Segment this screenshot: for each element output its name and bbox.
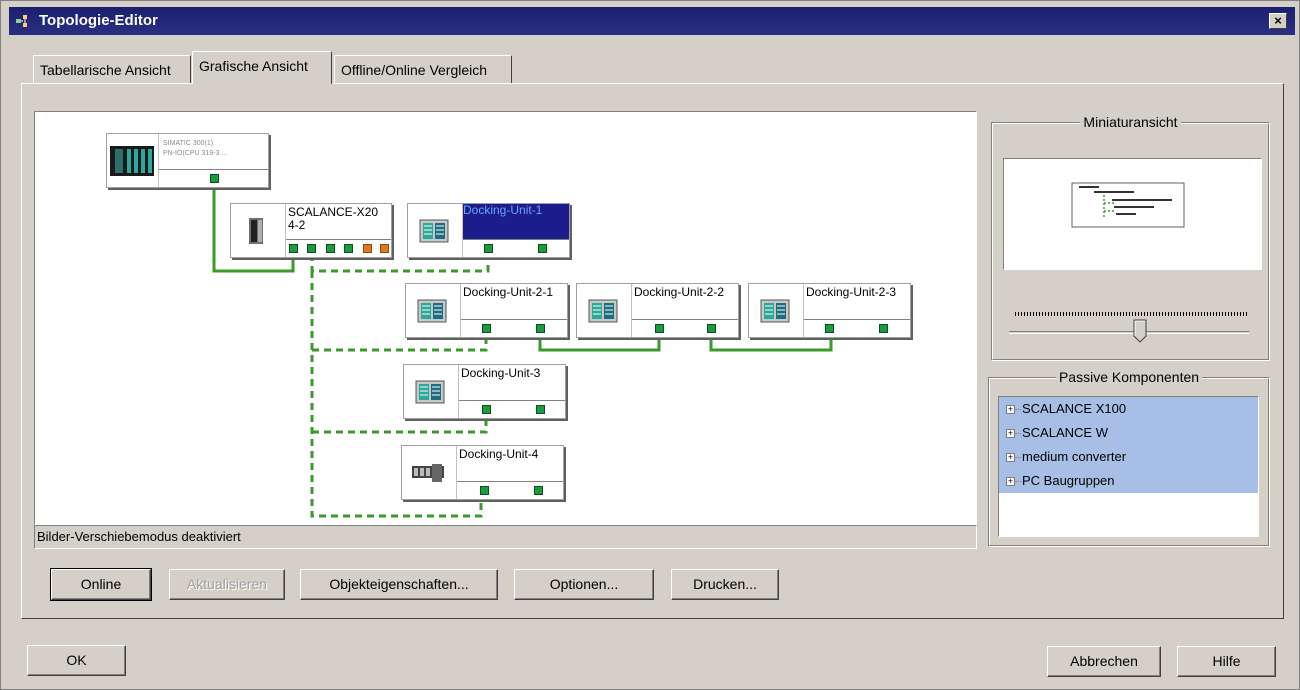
passive-components-title: Passive Komponenten: [1055, 369, 1203, 385]
port[interactable]: [707, 324, 716, 333]
tree-item-scalance-x100[interactable]: + SCALANCE X100: [999, 397, 1258, 421]
zoom-slider-ticks: [1015, 312, 1247, 316]
close-button[interactable]: ×: [1269, 13, 1287, 29]
device-image: [402, 446, 457, 499]
tab-tabellarische-ansicht[interactable]: Tabellarische Ansicht: [33, 55, 191, 83]
zoom-slider-thumb[interactable]: [1133, 319, 1147, 343]
port[interactable]: [380, 244, 389, 253]
expand-icon[interactable]: +: [1006, 405, 1015, 414]
node-label: Docking-Unit-3: [461, 367, 541, 380]
title-bar[interactable]: Topologie-Editor ×: [9, 7, 1295, 35]
port[interactable]: [344, 244, 353, 253]
switch-image: [231, 204, 286, 257]
node-label: Docking-Unit-4: [459, 448, 539, 461]
refresh-button[interactable]: Aktualisieren: [169, 569, 285, 600]
expand-icon[interactable]: +: [1006, 429, 1015, 438]
print-button[interactable]: Drucken...: [671, 569, 779, 600]
port[interactable]: [363, 244, 372, 253]
node-scalance-x204-2[interactable]: SCALANCE-X20 4-2: [230, 203, 392, 258]
tab-grafische-ansicht[interactable]: Grafische Ansicht: [192, 51, 332, 84]
node-docking-unit-4[interactable]: Docking-Unit-4: [401, 445, 564, 500]
window-title: Topologie-Editor: [39, 12, 158, 29]
node-docking-unit-3[interactable]: Docking-Unit-3: [403, 364, 566, 419]
port[interactable]: [536, 405, 545, 414]
miniature-title: Miniaturansicht: [1080, 114, 1181, 130]
topology-canvas[interactable]: SIMATIC 300(1) PN-IO(CPU 319-3 ... SCALA…: [34, 111, 977, 525]
passive-components-tree[interactable]: + SCALANCE X100 + SCALANCE W + medium co…: [998, 396, 1259, 537]
online-button[interactable]: Online: [50, 568, 152, 601]
plc-rack-image: [107, 134, 159, 187]
tree-item-label: medium converter: [1022, 449, 1127, 464]
topology-editor-window: Topologie-Editor × Tabellarische Ansicht…: [0, 0, 1300, 690]
expand-icon[interactable]: +: [1006, 453, 1015, 462]
port[interactable]: [825, 324, 834, 333]
node-label: SCALANCE-X20 4-2: [288, 206, 379, 232]
device-image: [406, 284, 461, 337]
port[interactable]: [482, 405, 491, 414]
tree-item-pc-baugruppen[interactable]: + PC Baugruppen: [999, 469, 1258, 493]
port[interactable]: [482, 324, 491, 333]
port-bar: [286, 239, 391, 257]
port[interactable]: [307, 244, 316, 253]
ok-button[interactable]: OK: [27, 645, 126, 676]
zoom-slider-track[interactable]: [1009, 331, 1249, 334]
cancel-button[interactable]: Abbrechen: [1047, 646, 1161, 677]
node-label: Docking-Unit-2-2: [634, 286, 725, 299]
options-button[interactable]: Optionen...: [514, 569, 654, 600]
object-properties-button[interactable]: Objekteigenschaften...: [300, 569, 498, 600]
port[interactable]: [210, 174, 219, 183]
tree-item-scalance-w[interactable]: + SCALANCE W: [999, 421, 1258, 445]
node-docking-unit-2-3[interactable]: Docking-Unit-2-3: [748, 283, 911, 338]
help-button[interactable]: Hilfe: [1177, 646, 1276, 677]
port-bar: [804, 319, 910, 337]
node-label: Docking-Unit-2-3: [806, 286, 897, 299]
tree-item-label: PC Baugruppen: [1022, 473, 1115, 488]
device-image: [408, 204, 463, 257]
port[interactable]: [480, 486, 489, 495]
device-image: [577, 284, 632, 337]
port-bar: [457, 481, 563, 499]
node-label-line1: SIMATIC 300(1): [163, 140, 214, 147]
miniature-view[interactable]: [1003, 158, 1262, 270]
port[interactable]: [534, 486, 543, 495]
expand-icon[interactable]: +: [1006, 477, 1015, 486]
port-bar: [159, 169, 268, 187]
port[interactable]: [536, 324, 545, 333]
device-image: [404, 365, 459, 418]
tree-item-label: SCALANCE X100: [1022, 401, 1127, 416]
port[interactable]: [326, 244, 335, 253]
tree-item-label: SCALANCE W: [1022, 425, 1108, 440]
port-bar: [463, 239, 569, 257]
node-label-line2: PN-IO(CPU 319-3 ...: [163, 150, 228, 157]
port[interactable]: [655, 324, 664, 333]
node-docking-unit-1[interactable]: Docking-Unit-1: [407, 203, 570, 258]
port[interactable]: [538, 244, 547, 253]
tab-offline-online-vergleich[interactable]: Offline/Online Vergleich: [334, 55, 512, 83]
node-docking-unit-2-2[interactable]: Docking-Unit-2-2: [576, 283, 739, 338]
port[interactable]: [879, 324, 888, 333]
canvas-status-bar: Bilder-Verschiebemodus deaktiviert: [34, 525, 977, 549]
node-label: Docking-Unit-1: [463, 204, 569, 241]
port-bar: [461, 319, 567, 337]
node-docking-unit-2-1[interactable]: Docking-Unit-2-1: [405, 283, 568, 338]
node-label: Docking-Unit-2-1: [463, 286, 554, 299]
port[interactable]: [484, 244, 493, 253]
tree-item-medium-converter[interactable]: + medium converter: [999, 445, 1258, 469]
device-image: [749, 284, 804, 337]
topology-icon: [16, 15, 27, 27]
port-bar: [459, 400, 565, 418]
miniature-preview: [1071, 182, 1185, 228]
node-simatic-300[interactable]: SIMATIC 300(1) PN-IO(CPU 319-3 ...: [106, 133, 269, 188]
port[interactable]: [289, 244, 298, 253]
port-bar: [632, 319, 738, 337]
